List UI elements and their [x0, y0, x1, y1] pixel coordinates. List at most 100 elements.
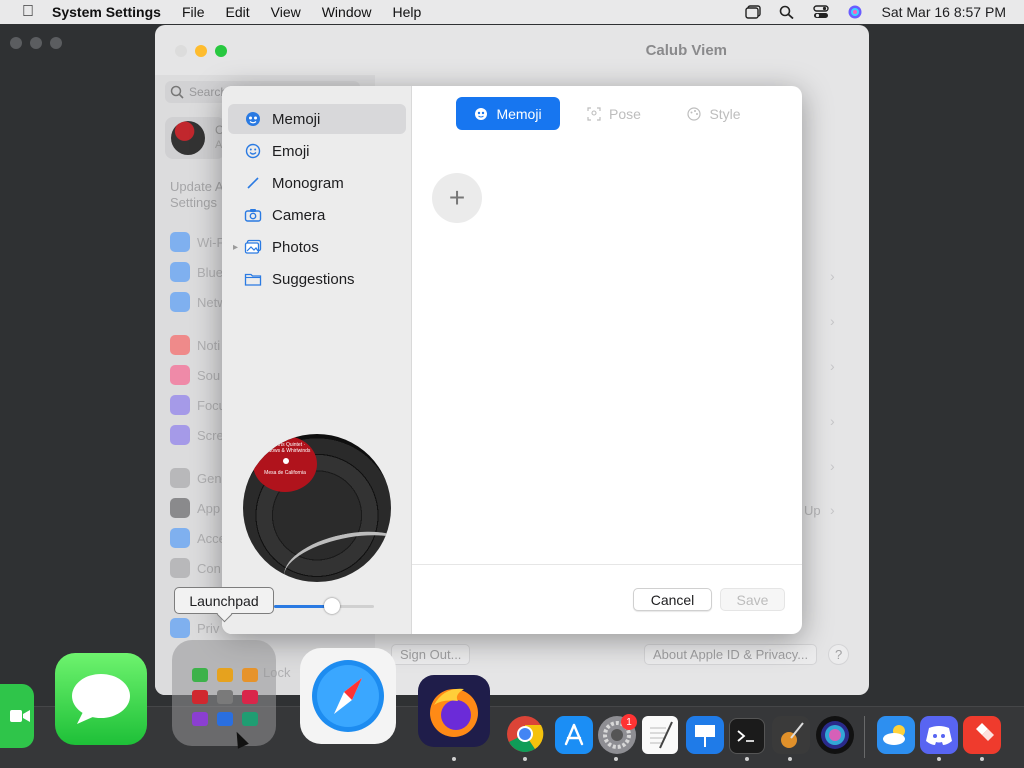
menu-view[interactable]: View — [271, 4, 301, 20]
accessibility-icon — [170, 528, 190, 548]
dock-safari[interactable] — [300, 648, 396, 744]
sidebar-item-focus[interactable]: Focu — [170, 395, 226, 415]
sidebar-item-appearance[interactable]: App — [170, 498, 220, 518]
sidebar-item-label: Con — [197, 560, 221, 576]
chevron-right-icon[interactable]: › — [830, 268, 835, 284]
message-bubble-icon — [72, 674, 130, 724]
zoom-slider[interactable] — [274, 598, 374, 614]
nav-photos[interactable]: Photos — [228, 232, 406, 262]
facetime-icon — [10, 710, 30, 722]
menu-app-name[interactable]: System Settings — [52, 4, 161, 20]
dock-siri[interactable] — [816, 716, 854, 754]
sidebar-item-control-center[interactable]: Con — [170, 558, 221, 578]
dock-terminal[interactable] — [729, 718, 765, 754]
menu-bar:  System Settings File Edit View Window … — [0, 0, 1024, 24]
tab-memoji[interactable]: Memoji — [456, 97, 560, 130]
dock-keynote[interactable] — [686, 716, 724, 754]
bg-close-button[interactable] — [10, 37, 22, 49]
chevron-right-icon[interactable]: › — [830, 413, 835, 429]
sidebar-item-wifi[interactable]: Wi-F — [170, 232, 224, 252]
update-notice-line2[interactable]: Settings — [170, 195, 217, 210]
running-indicator — [523, 757, 527, 761]
folder-icon — [244, 270, 262, 288]
save-button[interactable]: Save — [720, 588, 785, 611]
nav-monogram[interactable]: Monogram — [228, 168, 406, 198]
bg-minimize-button[interactable] — [30, 37, 42, 49]
about-apple-id-button[interactable]: About Apple ID & Privacy... — [644, 644, 818, 665]
profile-row[interactable]: C A — [165, 117, 225, 159]
menu-window[interactable]: Window — [322, 4, 372, 20]
nav-emoji[interactable]: Emoji — [228, 136, 406, 166]
sound-icon — [170, 365, 190, 385]
menu-help[interactable]: Help — [393, 4, 422, 20]
chevron-right-icon[interactable]: › — [830, 313, 835, 329]
nav-camera[interactable]: Camera — [228, 200, 406, 230]
add-memoji-button[interactable]: + — [432, 173, 482, 223]
palette-icon — [687, 106, 702, 121]
sidebar-item-sound[interactable]: Sou — [170, 365, 220, 385]
dock-anydesk[interactable] — [963, 716, 1001, 754]
dock-garageband[interactable] — [772, 716, 810, 754]
dock-discord[interactable] — [920, 716, 958, 754]
notification-badge: 1 — [621, 714, 637, 730]
current-picture-preview[interactable]: Fine Arts Quintet · Shadows & Whirlwinds… — [243, 434, 391, 582]
bg-zoom-button[interactable] — [50, 37, 62, 49]
menu-file[interactable]: File — [182, 4, 205, 20]
nav-memoji[interactable]: Memoji — [228, 104, 406, 134]
sidebar-item-label: Wi-F — [197, 234, 225, 250]
sign-out-button[interactable]: Sign Out... — [391, 644, 471, 665]
sidebar-item-bluetooth[interactable]: Blue — [170, 262, 223, 282]
camera-icon — [244, 206, 262, 224]
cancel-button[interactable]: Cancel — [633, 588, 712, 611]
sidebar-item-label: Priv — [197, 620, 220, 636]
sidebar-item-network[interactable]: Netw — [170, 292, 227, 312]
sidebar-item-screen-time[interactable]: Scre — [170, 425, 224, 445]
general-icon — [170, 468, 190, 488]
up-row-label[interactable]: Up — [804, 503, 821, 518]
chevron-right-icon[interactable]: › — [830, 458, 835, 474]
dock-app-store[interactable] — [555, 716, 593, 754]
chevron-right-icon[interactable]: › — [830, 358, 835, 374]
sidebar-item-privacy[interactable]: Priv — [170, 618, 219, 638]
safari-compass-icon — [312, 660, 384, 732]
photos-icon — [244, 238, 262, 256]
apple-menu-icon[interactable]:  — [18, 3, 38, 21]
chevron-right-icon[interactable]: › — [830, 502, 835, 518]
sidebar-item-notifications[interactable]: Noti — [170, 335, 220, 355]
stage-manager-icon[interactable] — [745, 5, 762, 19]
sidebar-item-label: Blue — [197, 264, 224, 280]
dock-chrome[interactable] — [505, 714, 545, 754]
running-indicator — [937, 757, 941, 761]
running-indicator — [980, 757, 984, 761]
sidebar-item-label: App — [197, 500, 221, 516]
zoom-slider-knob[interactable] — [324, 598, 340, 614]
memoji-tab-icon — [475, 107, 488, 120]
dock-firefox[interactable] — [418, 675, 490, 747]
pose-icon — [587, 106, 601, 121]
sidebar-item-label: Noti — [197, 337, 221, 353]
search-icon — [170, 85, 184, 99]
dock-messages[interactable] — [55, 653, 147, 745]
menu-edit[interactable]: Edit — [226, 4, 250, 20]
dock-weather[interactable] — [877, 716, 915, 754]
sidebar-item-general[interactable]: Gen — [170, 468, 222, 488]
anydesk-icon — [976, 723, 994, 741]
spotlight-search-icon[interactable] — [779, 5, 795, 20]
tab-label: Pose — [609, 105, 641, 122]
menu-datetime[interactable]: Sat Mar 16 8:57 PM — [881, 4, 1006, 20]
dock-facetime[interactable] — [0, 684, 34, 748]
nav-suggestions[interactable]: Suggestions — [228, 264, 406, 294]
tab-style[interactable]: Style — [674, 97, 754, 130]
control-center-icon[interactable] — [813, 5, 830, 19]
sidebar-item-accessibility[interactable]: Acce — [170, 528, 226, 548]
siri-icon[interactable] — [847, 5, 863, 19]
privacy-icon — [170, 618, 190, 638]
update-notice-line1[interactable]: Update A — [170, 179, 224, 194]
nav-label: Monogram — [272, 174, 344, 192]
tab-pose[interactable]: Pose — [574, 97, 654, 130]
dock-textedit[interactable] — [642, 716, 678, 754]
weather-cloud-icon — [883, 725, 905, 745]
help-button[interactable]: ? — [828, 644, 850, 665]
discord-icon — [926, 726, 952, 745]
dock-launchpad[interactable] — [172, 640, 276, 746]
